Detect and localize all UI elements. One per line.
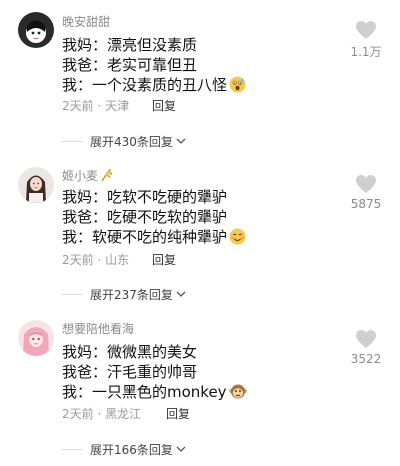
like-button[interactable]: 1.1万 (342, 20, 390, 60)
comment-line: 我妈：吃软不吃硬的犟驴 (62, 188, 228, 206)
expand-replies-button[interactable]: 展开237条回复 (62, 286, 186, 303)
chevron-down-icon (176, 446, 186, 452)
time-location: 2天前 · 黑龙江 (62, 407, 142, 421)
time-location: 2天前 · 天津 (62, 99, 130, 113)
blushing-smile-emoji (229, 228, 246, 249)
avatar[interactable] (18, 320, 54, 356)
like-count: 5875 (350, 197, 382, 211)
like-count: 3522 (350, 352, 382, 366)
username-text: 姬小麦 (62, 169, 99, 183)
expand-replies-label: 展开237条回复 (90, 288, 173, 302)
time-location: 2天前 · 山东 (62, 253, 130, 267)
expand-replies-button[interactable]: 展开430条回复 (62, 133, 186, 150)
heart-icon (356, 175, 376, 193)
expand-replies-label: 展开166条回复 (90, 443, 173, 457)
heart-icon (356, 330, 376, 348)
divider (62, 294, 82, 295)
comment-line-text: 我：软硬不吃的纯种犟驴 (62, 228, 228, 246)
comment-line: 我：软硬不吃的纯种犟驴 (62, 226, 246, 249)
avatar[interactable] (18, 167, 54, 203)
comment-line: 我妈：漂亮但没素质 (62, 36, 198, 54)
divider (62, 449, 82, 450)
avatar[interactable] (18, 12, 54, 48)
username[interactable]: 想要陪他看海 (62, 320, 134, 337)
username[interactable]: 晚安甜甜 (62, 13, 110, 30)
shocked-face-emoji (229, 76, 246, 97)
wheat-icon (100, 168, 113, 185)
like-button[interactable]: 3522 (342, 329, 390, 366)
expand-replies-label: 展开430条回复 (90, 135, 173, 149)
expand-replies-button[interactable]: 展开166条回复 (62, 441, 186, 458)
heart-icon (356, 21, 376, 39)
comment-line: 我爸：老实可靠但丑 (62, 56, 198, 74)
comment-line: 我妈：微微黑的美女 (62, 343, 198, 361)
divider (62, 141, 82, 142)
chevron-down-icon (176, 138, 186, 144)
chevron-down-icon (176, 291, 186, 297)
comment-line-text: 我：一只黑色的monkey (62, 383, 227, 401)
comment-line: 我：一个没素质的丑八怪 (62, 74, 246, 97)
reply-button[interactable]: 回复 (152, 251, 176, 268)
comment-line: 我爸：汗毛重的帅哥 (62, 363, 198, 381)
reply-button[interactable]: 回复 (152, 97, 176, 114)
monkey-face-emoji (228, 383, 247, 404)
comment-line: 我爸：吃硬不吃软的犟驴 (62, 208, 228, 226)
like-button[interactable]: 5875 (342, 174, 390, 211)
like-count: 1.1万 (350, 45, 382, 59)
comment-line: 我：一只黑色的monkey (62, 381, 247, 404)
reply-button[interactable]: 回复 (166, 405, 190, 422)
comment-line-text: 我：一个没素质的丑八怪 (62, 76, 228, 94)
username[interactable]: 姬小麦 (62, 167, 113, 185)
